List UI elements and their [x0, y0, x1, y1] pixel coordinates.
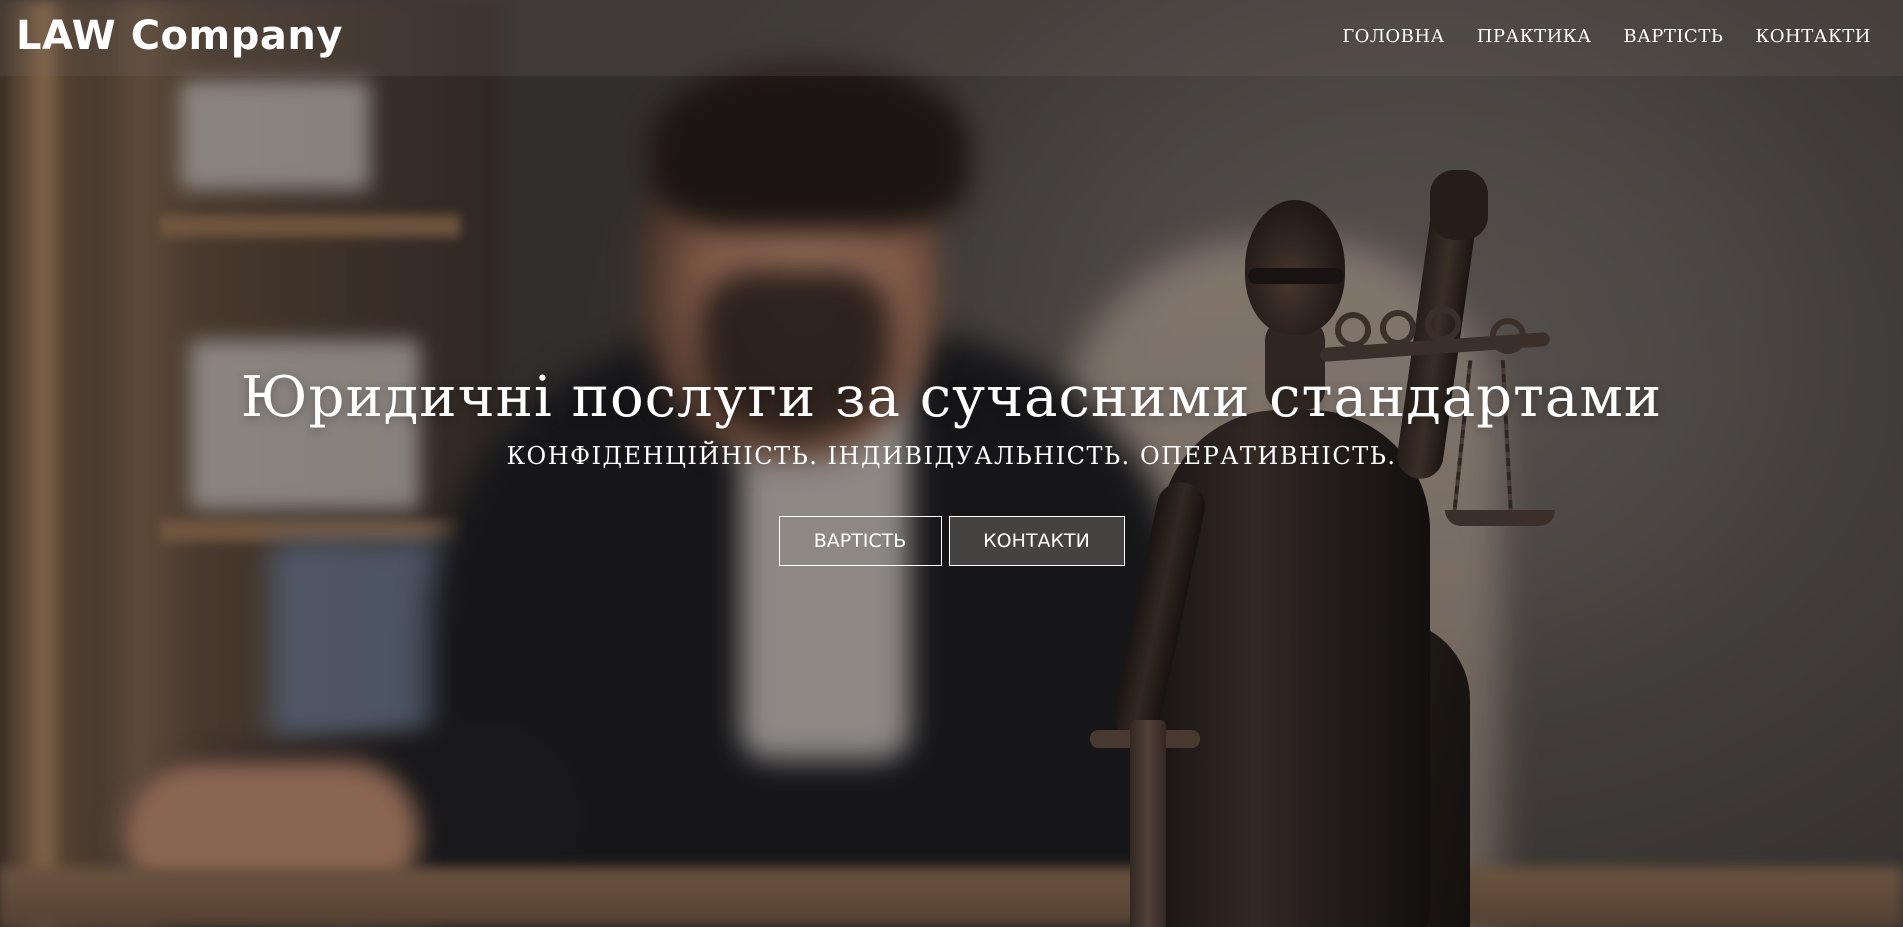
- hero-section: Юридичні послуги за сучасними стандартам…: [0, 365, 1903, 566]
- nav-item-practice[interactable]: ПРАКТИКА: [1477, 26, 1592, 47]
- site-logo[interactable]: LAW Company: [16, 13, 343, 59]
- hero-subtitle: КОНФІДЕНЦІЙНІСТЬ. ІНДИВІДУАЛЬНІСТЬ. ОПЕР…: [506, 442, 1397, 470]
- contacts-button[interactable]: КОНТАКТИ: [948, 516, 1125, 566]
- pricing-button[interactable]: ВАРТІСТЬ: [778, 516, 942, 566]
- nav-item-home[interactable]: ГОЛОВНА: [1342, 26, 1445, 47]
- nav-item-contacts[interactable]: КОНТАКТИ: [1755, 26, 1871, 47]
- hero-buttons: ВАРТІСТЬ КОНТАКТИ: [0, 516, 1903, 566]
- top-navigation-bar: LAW Company ГОЛОВНА ПРАКТИКА ВАРТІСТЬ КО…: [0, 0, 1903, 76]
- main-nav: ГОЛОВНА ПРАКТИКА ВАРТІСТЬ КОНТАКТИ: [1342, 26, 1871, 47]
- nav-item-pricing[interactable]: ВАРТІСТЬ: [1623, 26, 1723, 47]
- hero-title: Юридичні послуги за сучасними стандартам…: [240, 365, 1663, 430]
